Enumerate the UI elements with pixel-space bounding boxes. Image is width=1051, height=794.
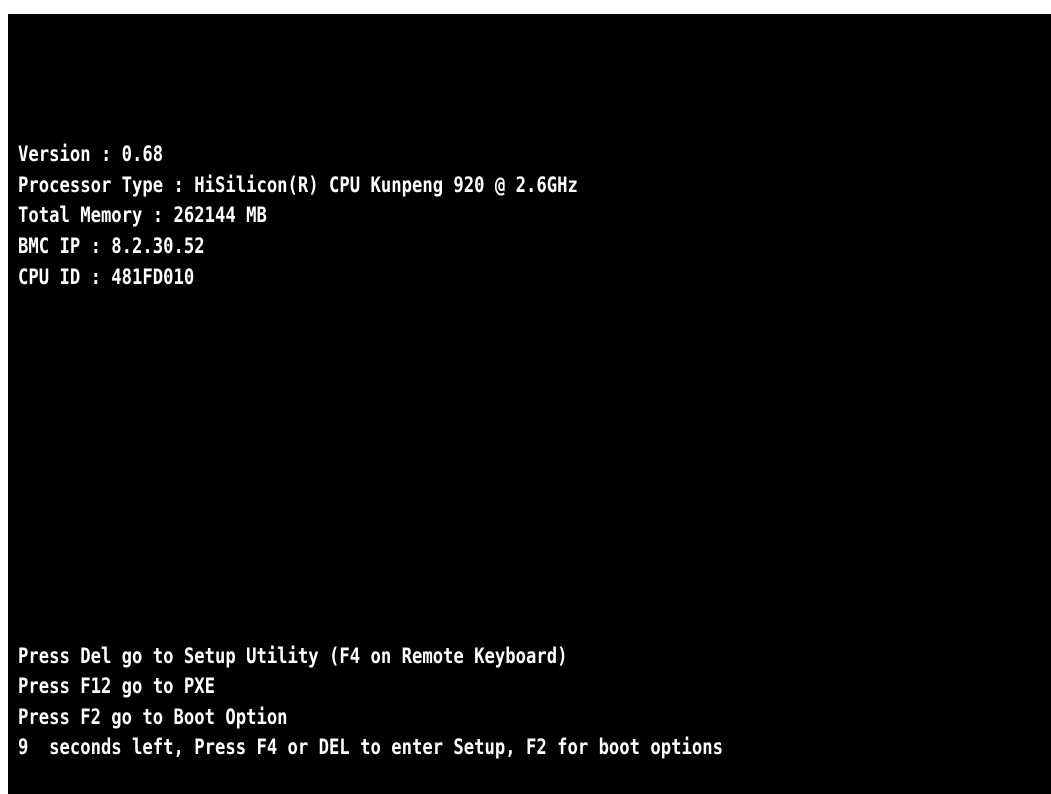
boot-option-prompt: Press F2 go to Boot Option: [18, 705, 288, 729]
version-text: Version : 0.68: [18, 142, 164, 166]
total-memory-text: Total Memory : 262144 MB: [18, 203, 267, 227]
setup-utility-prompt: Press Del go to Setup Utility (F4 on Rem…: [18, 644, 568, 668]
bmc-ip-text: BMC IP : 8.2.30.52: [18, 234, 205, 258]
countdown-prompt: 9 seconds left, Press F4 or DEL to enter…: [18, 735, 723, 759]
cpu-id-text: CPU ID : 481FD010: [18, 265, 195, 289]
processor-type-text: Processor Type : HiSilicon(R) CPU Kunpen…: [18, 173, 578, 197]
pxe-prompt: Press F12 go to PXE: [18, 674, 215, 698]
bios-post-screen: Version : 0.68 Processor Type : HiSilico…: [8, 14, 1051, 794]
